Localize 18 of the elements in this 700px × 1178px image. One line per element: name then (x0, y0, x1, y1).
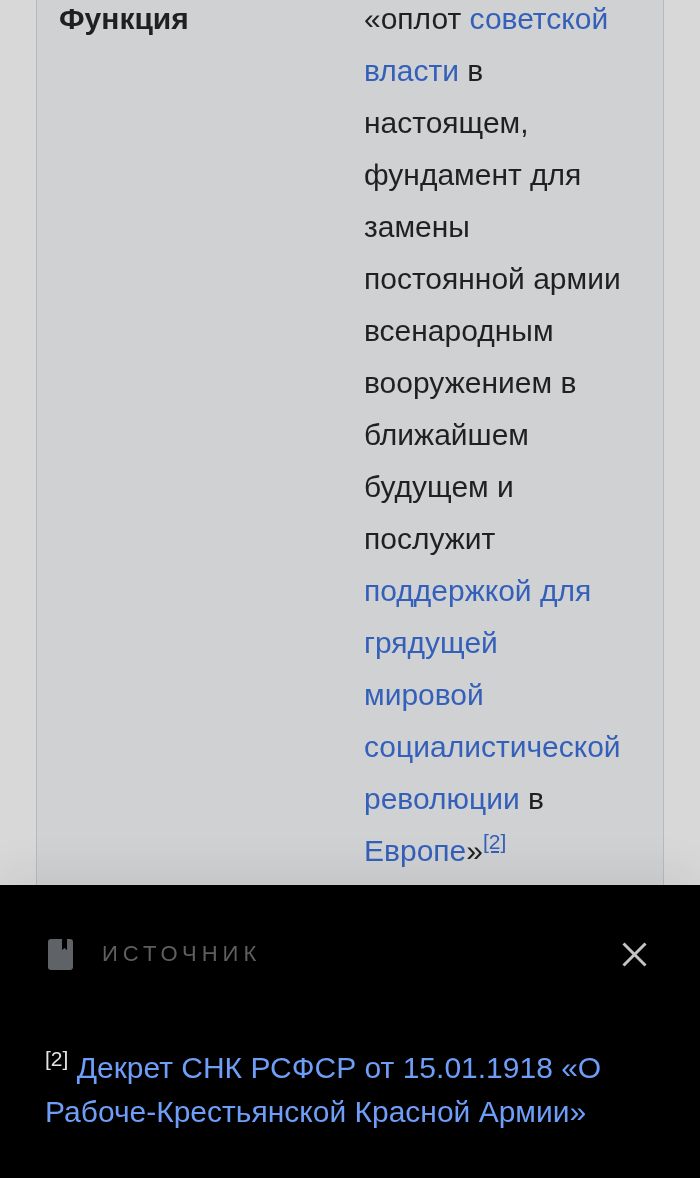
reference-number: [2] (45, 1047, 69, 1070)
article-link[interactable]: Европе (364, 834, 467, 867)
close-icon (622, 941, 647, 967)
article-link[interactable]: советской (469, 2, 609, 35)
close-button[interactable] (622, 941, 647, 967)
article-link[interactable]: социалистической (364, 730, 621, 763)
article-link[interactable]: грядущей (364, 626, 498, 659)
reference-source-link[interactable]: Декрет СНК РСФСР от 15.01.1918 «О (76, 1051, 602, 1084)
reference-source-link[interactable]: Рабоче-Крестьянской Красной Армии» (45, 1095, 587, 1128)
infobox-label: Функция (58, 1, 190, 37)
article-link[interactable]: революции (364, 782, 520, 815)
article-link[interactable]: мировой (364, 678, 484, 711)
sheet-title: ИСТОЧНИК (102, 941, 263, 967)
article-link[interactable]: власти (364, 54, 459, 87)
reference-link[interactable]: [2] (482, 830, 507, 853)
book-icon (48, 938, 73, 970)
infobox-value-text: «оплот советской власти в настоящем, фундамент для замены постоянной армии всенародным вооружением в ближайшем будущем и послужит поддержкой для грядущей мировой социалистической революции в Европе»$^{[2]}$ (364, 1, 622, 869)
article-link[interactable]: поддержкой для (364, 574, 592, 607)
